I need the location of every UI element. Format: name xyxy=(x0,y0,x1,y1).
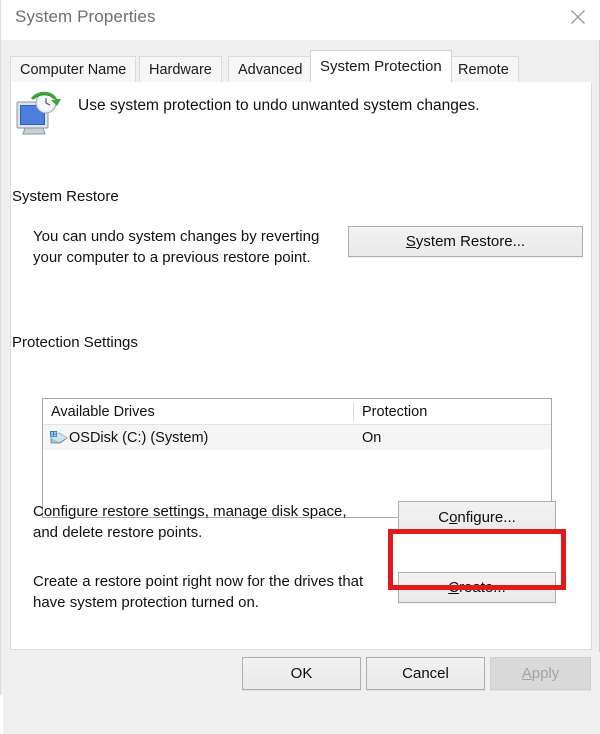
configure-button[interactable]: Configure... xyxy=(398,501,556,533)
create-button[interactable]: Create... xyxy=(398,572,556,603)
tab-advanced[interactable]: Advanced xyxy=(228,56,313,82)
header-description: Use system protection to undo unwanted s… xyxy=(78,97,480,114)
dialog-client-area: Computer Name Hardware Advanced System P… xyxy=(2,40,600,734)
apply-accel: A xyxy=(521,665,532,682)
configure-description: Configure restore settings, manage disk … xyxy=(33,503,347,541)
protection-settings-group: Protection Settings xyxy=(12,334,572,352)
title-bar: System Properties xyxy=(1,0,600,40)
tab-strip: Computer Name Hardware Advanced System P… xyxy=(10,50,592,82)
tab-computer-name[interactable]: Computer Name xyxy=(10,56,137,82)
configure-label-rest: nfigure... xyxy=(457,508,516,526)
column-header-available-drives[interactable]: Available Drives xyxy=(43,399,353,425)
drives-list[interactable]: Available Drives Protection OSDisk (C:) … xyxy=(42,398,552,518)
close-icon xyxy=(570,9,586,25)
system-restore-group: System Restore xyxy=(12,188,572,206)
tab-system-protection[interactable]: System Protection xyxy=(310,50,452,82)
protection-settings-group-label: Protection Settings xyxy=(12,334,146,351)
ok-button[interactable]: OK xyxy=(242,657,361,690)
cell-drive-name: OSDisk (C:) (System) xyxy=(69,429,209,446)
tab-remote[interactable]: Remote xyxy=(448,56,519,82)
system-protection-panel xyxy=(10,82,592,650)
close-button[interactable] xyxy=(555,0,600,34)
apply-button: Apply xyxy=(490,657,591,690)
create-description: Create a restore point right now for the… xyxy=(33,573,364,611)
apply-label: pply xyxy=(531,665,560,682)
column-header-protection[interactable]: Protection xyxy=(354,399,551,425)
system-restore-accel: S xyxy=(405,233,416,250)
table-row[interactable]: OSDisk (C:) (System) On xyxy=(43,425,551,450)
system-restore-group-label: System Restore xyxy=(12,188,127,205)
system-properties-window: System Properties Computer Name Hardware… xyxy=(0,0,600,734)
create-accel: C xyxy=(448,579,460,596)
system-restore-description: You can undo system changes by reverting… xyxy=(33,228,320,266)
window-title: System Properties xyxy=(15,7,156,26)
hard-disk-icon xyxy=(49,429,68,446)
create-label: reate... xyxy=(459,579,506,596)
drives-list-header: Available Drives Protection xyxy=(43,399,551,425)
system-restore-button[interactable]: System Restore... xyxy=(348,226,583,257)
tab-hardware[interactable]: Hardware xyxy=(139,56,222,82)
cancel-button[interactable]: Cancel xyxy=(366,657,485,690)
configure-label-pre: C xyxy=(438,508,450,526)
system-protection-icon xyxy=(11,90,63,138)
cell-protection-status: On xyxy=(362,429,382,446)
system-restore-label: ystem Restore... xyxy=(415,233,526,250)
